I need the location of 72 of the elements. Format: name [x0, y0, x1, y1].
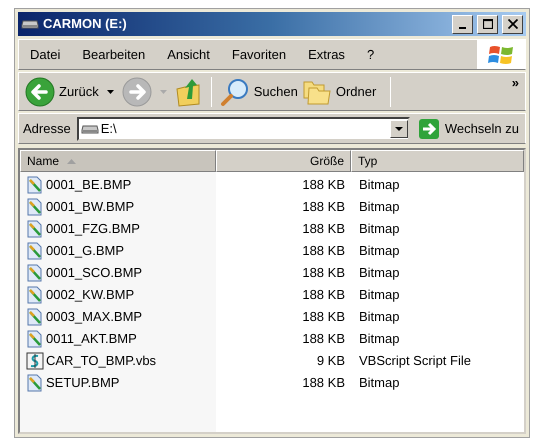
table-cell-text: Bitmap [359, 330, 400, 348]
bitmap-file-icon [26, 286, 44, 304]
sort-arrow-icon [67, 158, 76, 164]
table-cell-text: 9 KB [316, 352, 345, 370]
flag-logo-icon [488, 44, 514, 66]
drive-icon [80, 124, 99, 134]
bitmap-file-icon [26, 308, 44, 326]
table-cell[interactable]: 0001_SCO.BMP [46, 263, 142, 283]
caret-icon[interactable] [106, 90, 114, 94]
table-cell[interactable]: 0011_AKT.BMP [46, 329, 137, 349]
go-button[interactable]: Wechseln zu [416, 118, 521, 140]
menu-item[interactable]: Ansicht [161, 44, 216, 64]
close-icon [508, 19, 518, 30]
maximize-button[interactable] [477, 14, 498, 34]
folders-button[interactable]: Ordner [300, 74, 378, 109]
table-cell[interactable]: 0001_FZG.BMP [46, 219, 140, 239]
bitmap-file-icon [26, 374, 44, 392]
script-file-icon [26, 352, 44, 370]
table-cell[interactable]: CAR_TO_BMP.vbs [46, 351, 156, 371]
caret-icon [394, 126, 403, 130]
dropdown-button[interactable] [390, 120, 408, 138]
table-cell-text: 188 KB [302, 220, 345, 238]
table-cell[interactable]: 0002_KW.BMP [46, 285, 134, 305]
column-header[interactable]: Name [20, 150, 216, 172]
search-icon [220, 76, 250, 107]
table-cell-text: Bitmap [359, 308, 400, 326]
table-cell-text: Bitmap [359, 198, 400, 216]
back-button[interactable]: Zurück [23, 74, 101, 109]
table-cell-text: Bitmap [359, 220, 400, 238]
table-cell-text: Bitmap [359, 176, 400, 194]
table-cell[interactable]: 0003_MAX.BMP [46, 307, 142, 327]
bitmap-file-icon [26, 220, 44, 238]
menu-item[interactable]: Bearbeiten [76, 44, 152, 64]
table-cell[interactable]: 0001_BW.BMP [46, 197, 134, 217]
address-field[interactable]: E:\ [76, 116, 410, 140]
table-cell[interactable]: 0001_G.BMP [46, 241, 124, 261]
table-cell[interactable]: SETUP.BMP [46, 373, 120, 393]
menu-item[interactable]: ? [360, 44, 380, 64]
bitmap-file-icon [26, 176, 44, 194]
column-header[interactable]: Typ [351, 150, 524, 172]
window-title: CARMON (E:) [43, 15, 128, 34]
bitmap-file-icon [26, 242, 44, 260]
minimize-button[interactable] [452, 14, 473, 34]
table-cell-text: 188 KB [302, 330, 345, 348]
table-cell-text: Bitmap [359, 242, 400, 260]
menu-item[interactable]: Favoriten [226, 44, 292, 64]
table-cell-text: VBScript Script File [359, 352, 471, 370]
address-value: E:\ [100, 120, 118, 138]
bitmap-file-icon [26, 330, 44, 348]
drive-icon [21, 19, 39, 30]
column-header[interactable]: Größe [216, 150, 351, 172]
table-cell-text: Bitmap [359, 264, 400, 282]
close-button[interactable] [502, 14, 523, 34]
address-label: Adresse [23, 120, 71, 138]
minimize-icon [459, 26, 466, 29]
table-cell-text: 188 KB [302, 176, 345, 194]
maximize-icon [482, 19, 492, 30]
table-cell-text: 188 KB [302, 198, 345, 216]
table-cell-text: 188 KB [302, 242, 345, 260]
bitmap-file-icon [26, 198, 44, 216]
bitmap-file-icon [26, 264, 44, 282]
search-button[interactable]: Suchen [218, 74, 300, 109]
table-cell-text: 188 KB [302, 286, 345, 304]
table-cell-text: 188 KB [302, 308, 345, 326]
table-cell-text: 188 KB [302, 264, 345, 282]
more-chevron[interactable]: » [512, 73, 521, 93]
table-cell-text: 188 KB [302, 374, 345, 392]
table-cell-text: Bitmap [359, 286, 400, 304]
table-cell[interactable]: 0001_BE.BMP [46, 175, 132, 195]
table-cell-text: Bitmap [359, 374, 400, 392]
menu-item[interactable]: Datei [24, 44, 66, 64]
menu-item[interactable]: Extras [302, 44, 351, 64]
